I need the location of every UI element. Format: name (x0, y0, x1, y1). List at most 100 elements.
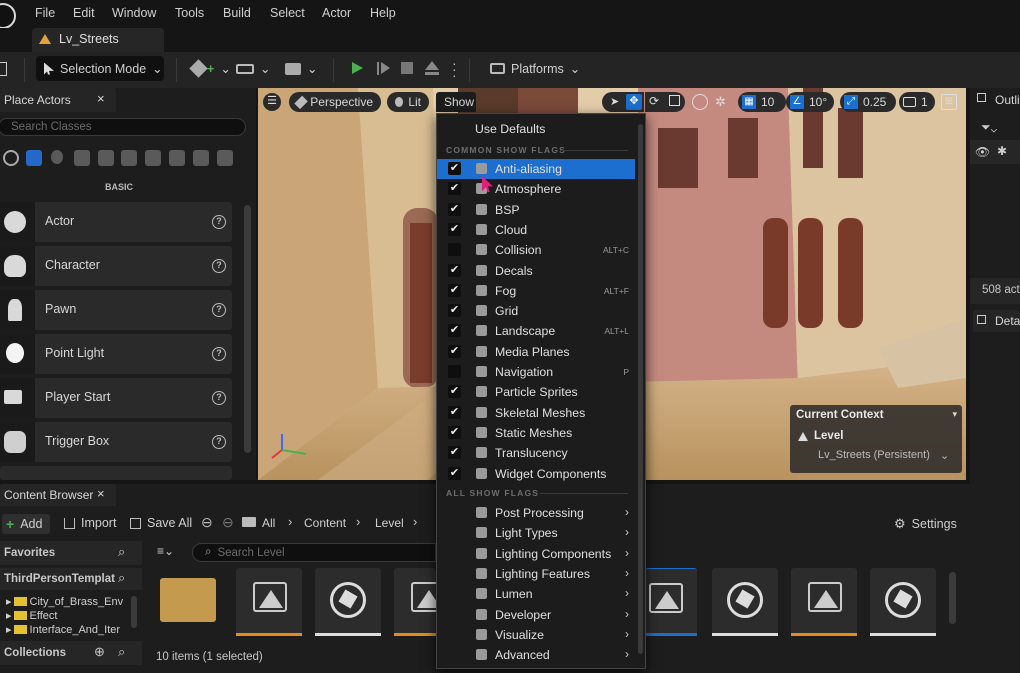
level-tab[interactable]: Lv_Streets (32, 28, 164, 52)
help-icon[interactable]: ? (212, 435, 226, 449)
asset-tile[interactable] (236, 568, 302, 636)
extras-icon[interactable] (217, 150, 233, 166)
help-icon[interactable]: ? (212, 347, 226, 361)
checkbox[interactable]: ✔ (448, 446, 461, 460)
show-flag-item[interactable]: ✔ Anti-aliasing (437, 159, 635, 179)
show-flag-submenu-item[interactable]: Lumen › (437, 584, 635, 604)
checkbox[interactable]: ✔ (448, 385, 461, 399)
save-all-button[interactable]: Save All (130, 516, 192, 530)
surface-snap-icon[interactable]: ✲ (715, 94, 731, 110)
save-icon[interactable] (0, 62, 7, 76)
actor-item-trigger-box[interactable]: Trigger Box ? (0, 422, 232, 462)
show-flag-item[interactable]: ✔ Skeletal Meshes (437, 403, 635, 423)
scale-icon[interactable] (669, 95, 680, 106)
show-flag-item[interactable]: ✔ Media Planes (437, 342, 635, 362)
checkbox[interactable]: ✔ (448, 162, 461, 175)
actor-item-point-light[interactable]: Point Light ? (0, 334, 232, 374)
show-flag-item[interactable]: ✔ Translucency (437, 443, 635, 463)
checkbox[interactable]: ✔ (448, 425, 461, 439)
scale-snap-button[interactable]: ⤢ 0.25 (840, 92, 896, 112)
checkbox[interactable]: ✔ (448, 304, 461, 318)
show-flag-item[interactable]: ✔ Particle Sprites (437, 382, 635, 402)
show-flag-item[interactable]: ✔ Decals (437, 261, 635, 281)
help-icon[interactable]: ? (212, 303, 226, 317)
show-flag-submenu-item[interactable]: Visualize › (437, 625, 635, 645)
checkbox[interactable]: ✔ (448, 263, 461, 277)
close-icon[interactable]: × (97, 91, 105, 106)
checkbox[interactable] (448, 243, 461, 257)
selection-mode-dropdown[interactable]: Selection Mode ⌄ (36, 56, 164, 81)
menu-tools[interactable]: Tools (175, 6, 204, 20)
settings-button[interactable]: ⚙ Settings (894, 516, 957, 532)
platforms-button[interactable]: Platforms ⌄ (490, 61, 580, 76)
chevron-down-icon[interactable]: ⌄ (940, 449, 949, 462)
chevron-right-icon[interactable]: › (413, 514, 417, 529)
select-icon[interactable]: ➤ (610, 95, 619, 108)
collections-header[interactable]: Collections ⊕ ⌕ (0, 641, 142, 665)
filter-icon[interactable]: ≡⌄ (157, 544, 174, 558)
search-icon[interactable]: ⌕ (118, 644, 125, 660)
add-button[interactable]: + Add (2, 514, 50, 534)
asset-tile-selected[interactable] (645, 568, 697, 636)
outliner-tab[interactable]: Outli (973, 88, 1020, 112)
rotate-icon[interactable]: ⟳ (649, 94, 659, 108)
place-actors-scrollbar[interactable] (244, 205, 251, 453)
chevron-right-icon[interactable]: › (356, 514, 360, 529)
add-collection-icon[interactable]: ⊕ (94, 644, 105, 660)
checkbox[interactable]: ✔ (448, 324, 461, 338)
actor-item-character[interactable]: Character ? (0, 246, 232, 286)
cinematics-button[interactable]: ⌄ (285, 61, 317, 76)
shapes-icon[interactable] (193, 150, 209, 166)
show-flag-item[interactable]: ✔ Atmosphere (437, 179, 635, 199)
cinematic-icon[interactable] (74, 150, 90, 166)
place-actors-tab[interactable]: Place Actors × (0, 88, 116, 112)
lit-button[interactable]: Lit (387, 92, 429, 112)
menu-build[interactable]: Build (223, 6, 251, 20)
content-browser-tab[interactable]: Content Browser × (0, 484, 116, 506)
asset-scrollbar[interactable] (949, 572, 956, 624)
menu-help[interactable]: Help (370, 6, 396, 20)
filter-icon[interactable]: ⏷⌄ (981, 120, 997, 135)
advance-frame-icon[interactable] (377, 62, 390, 75)
checkbox[interactable]: ✔ (448, 283, 461, 297)
asset-tile[interactable] (712, 568, 778, 636)
grid-snap-button[interactable]: ▦ 10 (738, 92, 786, 112)
favorites-header[interactable]: Favorites ⌕ (0, 541, 142, 565)
show-flag-submenu-item[interactable]: Developer › (437, 605, 635, 625)
show-flag-submenu-item[interactable]: Lighting Components › (437, 544, 635, 564)
show-flag-item[interactable]: ✔ Static Meshes (437, 423, 635, 443)
perspective-button[interactable]: Perspective (289, 92, 381, 112)
recent-icon[interactable] (3, 150, 19, 166)
add-actor-button[interactable]: + ⌄ (189, 59, 231, 78)
menu-edit[interactable]: Edit (73, 6, 95, 20)
show-button[interactable]: Show (436, 92, 476, 112)
menu-file[interactable]: File (35, 6, 55, 20)
back-icon[interactable]: ⊖ (201, 514, 213, 531)
pin-icon[interactable]: ✱ (997, 144, 1007, 158)
more-options-icon[interactable]: · · · (452, 56, 457, 82)
search-icon[interactable]: ⌕ (118, 544, 125, 560)
show-menu-scrollbar[interactable] (638, 124, 643, 654)
actor-item-player-start[interactable]: Player Start ? (0, 378, 232, 418)
show-flag-item[interactable]: ✔ Grid (437, 301, 635, 321)
search-level-input[interactable]: ⌕ Search Level (192, 543, 436, 562)
show-flag-item[interactable]: ✔ Widget Components (437, 464, 635, 484)
show-flag-submenu-item[interactable]: Lighting Features › (437, 564, 635, 584)
tree-scrollbar[interactable] (131, 596, 137, 628)
asset-folder[interactable] (160, 572, 226, 640)
checkbox[interactable]: ✔ (448, 405, 461, 419)
checkbox[interactable] (448, 365, 461, 378)
stop-icon[interactable] (401, 62, 413, 74)
actor-item-actor[interactable]: Actor ? (0, 202, 232, 242)
basic-category-icon[interactable] (26, 150, 42, 166)
tree-item[interactable]: ▸ Effect (6, 609, 123, 623)
tree-item[interactable]: ▸ Interface_And_Iter (6, 623, 123, 637)
maximize-viewport-icon[interactable]: ⊞ (941, 94, 957, 110)
unreal-logo-icon[interactable] (0, 3, 16, 29)
visual-effects-icon[interactable] (98, 150, 114, 166)
asset-tile[interactable] (315, 568, 381, 636)
show-flag-submenu-item[interactable]: Advanced › (437, 645, 635, 665)
show-flag-item[interactable]: Collision ALT+C (437, 240, 635, 260)
eye-icon[interactable]: 👁 (975, 145, 990, 159)
asset-tile[interactable] (791, 568, 857, 636)
